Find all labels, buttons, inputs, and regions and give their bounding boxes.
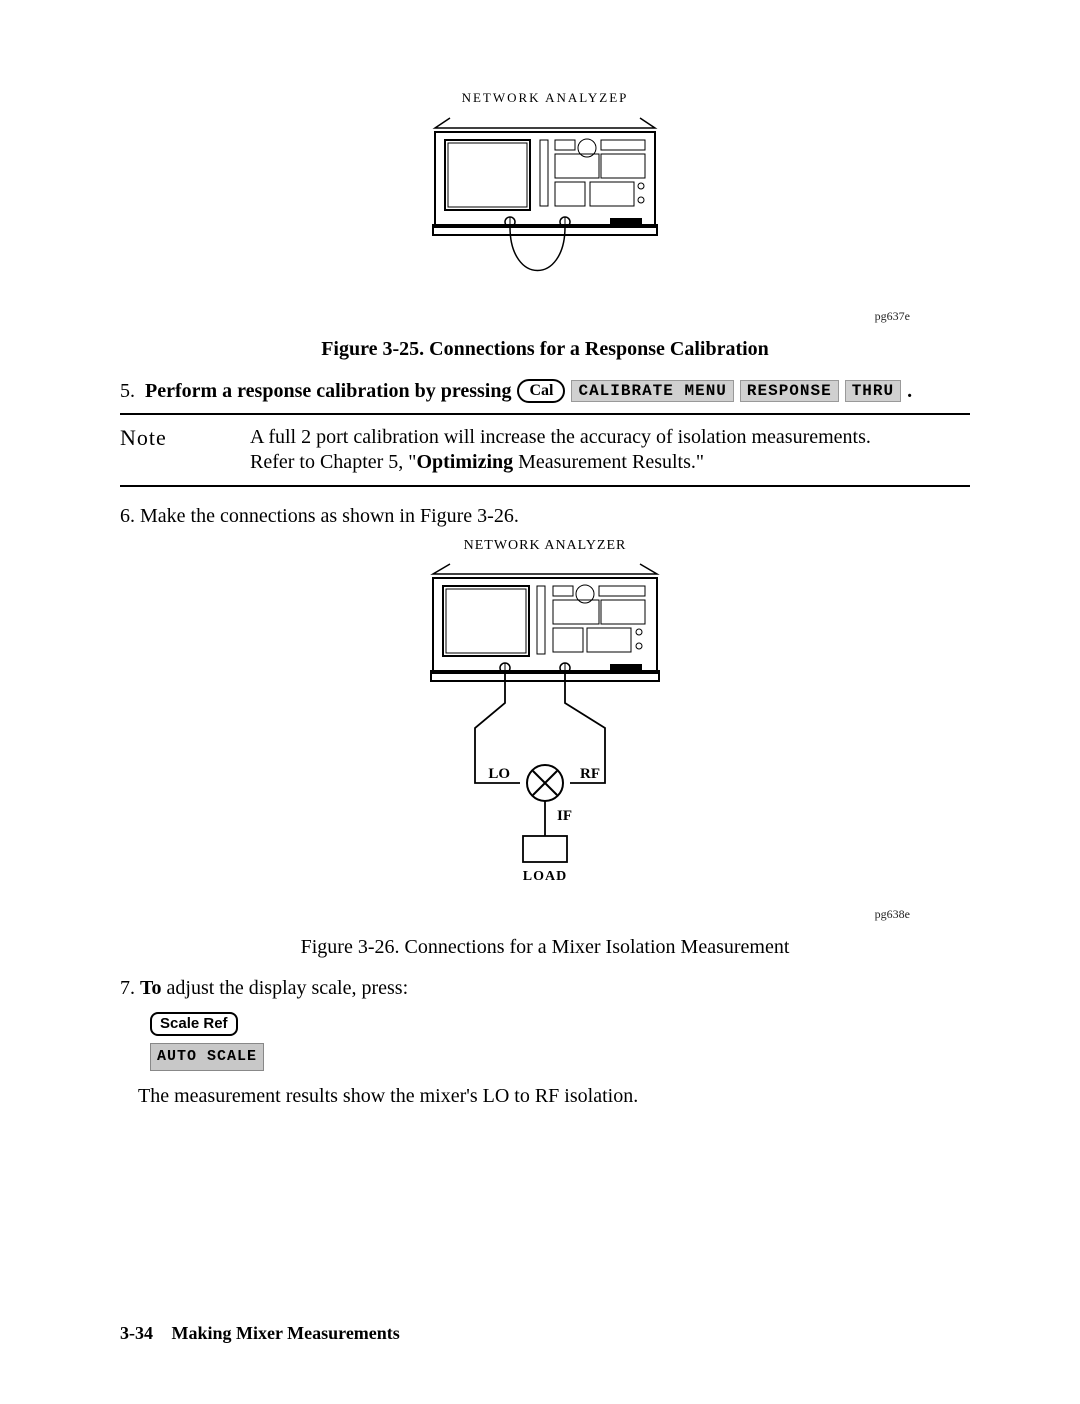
step-7-result: The measurement results show the mixer's… xyxy=(138,1085,970,1108)
softkey-response: RESPONSE xyxy=(740,380,839,402)
figure-2-top-label: NETWORK ANALYZER xyxy=(120,538,970,554)
rule-top xyxy=(120,413,970,415)
step-7-num: 7. xyxy=(120,977,135,999)
label-if: IF xyxy=(557,808,572,824)
step-5-period: . xyxy=(907,380,912,403)
step-7-keys: Scale Ref AUTO SCALE xyxy=(150,1006,970,1071)
note-label: Note xyxy=(120,425,210,475)
note-line2a: Refer to Chapter 5, " xyxy=(250,451,416,473)
note-line2b: Optimizing xyxy=(416,451,513,473)
step-7-rest: adjust the display scale, press: xyxy=(162,977,409,999)
analyzer-diagram-2: LO RF IF LOAD xyxy=(405,558,685,898)
chapter-title: Making Mixer Measurements xyxy=(172,1323,400,1343)
figure-1: NETWORK ANALYZEP xyxy=(120,90,970,324)
label-load: LOAD xyxy=(523,869,567,884)
figure-1-ref: pg637e xyxy=(120,309,910,324)
note-line1: A full 2 port calibration will increase … xyxy=(250,426,871,448)
figure-2-caption: Figure 3-26. Connections for a Mixer Iso… xyxy=(120,936,970,959)
analyzer-diagram-1 xyxy=(415,110,675,300)
figure-1-caption: Figure 3-25. Connections for a Response … xyxy=(120,338,970,361)
note-block: Note A full 2 port calibration will incr… xyxy=(120,425,970,475)
label-rf: RF xyxy=(580,766,600,782)
note-line2c: Measurement Results." xyxy=(513,451,704,473)
softkey-thru: THRU xyxy=(845,380,901,402)
figure-1-top-label: NETWORK ANALYZEP xyxy=(120,90,970,106)
note-body: A full 2 port calibration will increase … xyxy=(250,425,871,475)
step-5-number: 5. xyxy=(120,380,135,403)
softkey-calibrate-menu: CALIBRATE MENU xyxy=(571,380,733,402)
step-7-to: To xyxy=(140,977,162,999)
step-5-text: Perform a response calibration by pressi… xyxy=(145,380,511,403)
softkey-auto-scale: AUTO SCALE xyxy=(150,1043,264,1071)
figure-2: NETWORK ANALYZER xyxy=(120,538,970,922)
step-7: 7. To adjust the display scale, press: S… xyxy=(120,977,970,1071)
step-6: 6. Make the connections as shown in Figu… xyxy=(120,505,970,528)
rule-bottom xyxy=(120,485,970,487)
figure-2-ref: pg638e xyxy=(120,907,910,922)
page-footer: 3-34 Making Mixer Measurements xyxy=(120,1323,400,1344)
cal-hardkey: Cal xyxy=(517,379,565,403)
step-5: 5. Perform a response calibration by pre… xyxy=(120,379,970,403)
label-lo: LO xyxy=(488,766,510,782)
page-number: 3-34 xyxy=(120,1323,153,1343)
scale-ref-hardkey: Scale Ref xyxy=(150,1012,238,1036)
